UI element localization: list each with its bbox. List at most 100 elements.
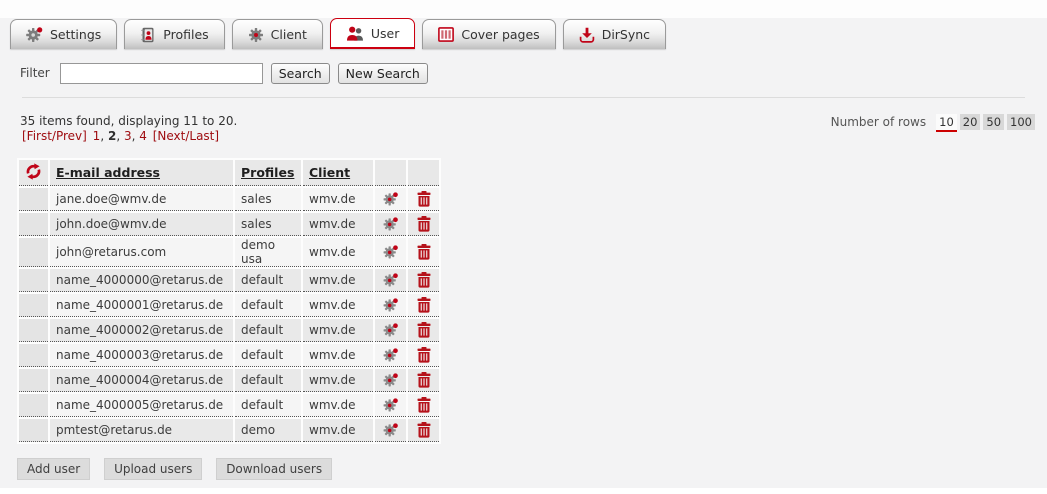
new-search-button[interactable]: New Search [338, 63, 428, 84]
table-row: name_4000002@retarus.de default wmv.de [19, 319, 439, 342]
results-summary: 35 items found, displaying 11 to 20. [20, 114, 237, 129]
next-last-link[interactable]: [Next/Last] [153, 129, 219, 143]
results-block: 35 items found, displaying 11 to 20. [Fi… [20, 114, 237, 144]
trash-icon [417, 216, 431, 232]
profiles-column-header[interactable]: Profiles [235, 160, 301, 186]
add-user-button[interactable]: Add user [17, 458, 90, 480]
trash-icon [417, 322, 431, 338]
rows-option-10[interactable]: 10 [936, 114, 957, 130]
delete-user-button[interactable] [408, 369, 439, 392]
tab-user[interactable]: User [330, 18, 416, 49]
tab-cover-pages[interactable]: Cover pages [422, 19, 555, 49]
tab-settings[interactable]: Settings [10, 19, 117, 49]
row-leading-cell [19, 188, 48, 211]
rows-option-50[interactable]: 50 [983, 114, 1004, 130]
edit-user-button[interactable] [375, 394, 406, 417]
edit-user-button[interactable] [375, 344, 406, 367]
user-email: jane.doe@wmv.de [50, 188, 233, 211]
row-leading-cell [19, 344, 48, 367]
tab-dirsync[interactable]: DirSync [563, 19, 666, 49]
edit-user-button[interactable] [375, 269, 406, 292]
table-wrap: E-mail address Profiles Client jane.doe@… [0, 144, 1047, 444]
row-leading-cell [19, 369, 48, 392]
edit-user-button[interactable] [375, 238, 406, 267]
edit-user-button[interactable] [375, 369, 406, 392]
tab-profiles-label: Profiles [163, 27, 208, 42]
user-email: john@retarus.com [50, 238, 233, 267]
delete-user-button[interactable] [408, 188, 439, 211]
tab-client[interactable]: Client [232, 19, 323, 49]
delete-user-button[interactable] [408, 213, 439, 236]
trash-icon [417, 244, 431, 260]
user-email: name_4000002@retarus.de [50, 319, 233, 342]
user-profile: default [235, 269, 301, 292]
user-profile: demo usa [235, 238, 301, 267]
user-table: E-mail address Profiles Client jane.doe@… [17, 158, 441, 444]
delete-user-button[interactable] [408, 294, 439, 317]
tab-settings-label: Settings [50, 27, 101, 42]
user-email: name_4000003@retarus.de [50, 344, 233, 367]
trash-icon [417, 347, 431, 363]
edit-user-button[interactable] [375, 188, 406, 211]
trash-icon [417, 397, 431, 413]
pagination-separator: , [100, 129, 108, 143]
edit-user-button[interactable] [375, 419, 406, 442]
user-profile: default [235, 319, 301, 342]
gear-settings-icon [383, 323, 398, 338]
logo-header-cell [19, 160, 48, 186]
user-profile: default [235, 369, 301, 392]
table-row: name_4000004@retarus.de default wmv.de [19, 369, 439, 392]
trash-icon [417, 372, 431, 388]
trash-icon [417, 191, 431, 207]
user-client: wmv.de [303, 188, 373, 211]
client-column-header[interactable]: Client [303, 160, 373, 186]
gear-settings-icon [383, 373, 398, 388]
table-header-row: E-mail address Profiles Client [19, 160, 439, 186]
user-client: wmv.de [303, 238, 373, 267]
gear-settings-icon [383, 217, 398, 232]
trash-icon [417, 272, 431, 288]
search-button[interactable]: Search [271, 63, 330, 84]
tab-profiles[interactable]: Profiles [124, 19, 224, 49]
table-row: name_4000003@retarus.de default wmv.de [19, 344, 439, 367]
rows-option-20[interactable]: 20 [960, 114, 981, 130]
footer-actions: Add user Upload users Download users [0, 444, 1047, 480]
delete-user-button[interactable] [408, 269, 439, 292]
rows-option-100[interactable]: 100 [1007, 114, 1035, 130]
user-table-body: jane.doe@wmv.de sales wmv.de [19, 188, 439, 442]
upload-users-button[interactable]: Upload users [104, 458, 202, 480]
edit-user-button[interactable] [375, 294, 406, 317]
user-profile: demo [235, 419, 301, 442]
first-prev-link[interactable]: [First/Prev] [22, 129, 87, 143]
user-client: wmv.de [303, 294, 373, 317]
user-email: pmtest@retarus.de [50, 419, 233, 442]
edit-column-header [375, 160, 406, 186]
delete-user-button[interactable] [408, 319, 439, 342]
delete-user-button[interactable] [408, 394, 439, 417]
page-3-link[interactable]: 3 [124, 129, 132, 143]
user-email: name_4000005@retarus.de [50, 394, 233, 417]
delete-user-button[interactable] [408, 238, 439, 267]
user-client: wmv.de [303, 269, 373, 292]
gear-settings-icon [383, 273, 398, 288]
trash-icon [417, 297, 431, 313]
edit-user-button[interactable] [375, 319, 406, 342]
columns-page-icon [438, 27, 454, 42]
email-column-header[interactable]: E-mail address [50, 160, 233, 186]
filter-input[interactable] [60, 63, 263, 84]
pagination-separator: , [116, 129, 124, 143]
users-icon [346, 26, 364, 41]
edit-user-button[interactable] [375, 213, 406, 236]
delete-user-button[interactable] [408, 344, 439, 367]
user-email: john.doe@wmv.de [50, 213, 233, 236]
download-users-button[interactable]: Download users [216, 458, 332, 480]
filter-label: Filter [20, 66, 50, 80]
delete-user-button[interactable] [408, 419, 439, 442]
page-top-strip [0, 0, 1047, 18]
table-row: name_4000001@retarus.de default wmv.de [19, 294, 439, 317]
page-4-link[interactable]: 4 [139, 129, 147, 143]
results-bar: 35 items found, displaying 11 to 20. [Fi… [0, 98, 1047, 144]
content-area: Settings Profiles [0, 18, 1047, 488]
address-book-icon [140, 27, 156, 43]
tab-cover-pages-label: Cover pages [461, 27, 539, 42]
